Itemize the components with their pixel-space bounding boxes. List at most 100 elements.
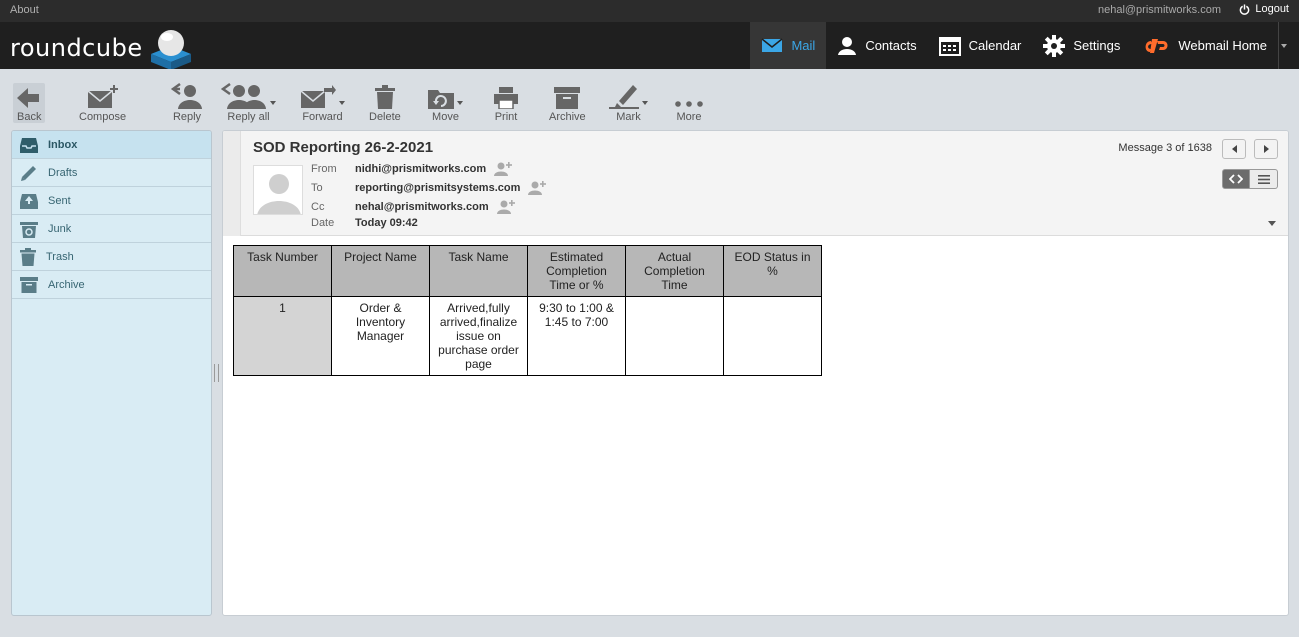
nav-mail[interactable]: Mail	[750, 22, 827, 69]
header-sidebar-strip	[223, 131, 241, 236]
pane-splitter[interactable]	[214, 364, 219, 382]
nav-more-caret[interactable]	[1279, 22, 1289, 69]
contact-photo-icon	[257, 174, 301, 214]
pencil-icon	[21, 165, 36, 181]
about-link[interactable]: About	[10, 4, 39, 16]
to-address[interactable]: reporting@prismitsystems.com	[355, 182, 520, 194]
print-icon	[494, 87, 518, 109]
folder-list: Inbox Drafts Sent Junk Trash Archive	[11, 130, 212, 616]
add-contact-icon[interactable]	[528, 181, 547, 195]
mark-caret[interactable]	[642, 101, 648, 105]
app-header: roundcube Mail Contacts Calendar Setting…	[0, 22, 1299, 70]
nav-settings-label: Settings	[1073, 38, 1121, 53]
forward-button[interactable]: Forward	[300, 83, 345, 123]
nav-contacts[interactable]: Contacts	[826, 22, 927, 69]
column-header: Actual Completion Time	[625, 245, 724, 297]
more-dots-icon	[675, 101, 703, 107]
nav-settings[interactable]: Settings	[1032, 22, 1131, 69]
reply-all-label: Reply all	[227, 111, 270, 123]
nav-calendar-label: Calendar	[968, 38, 1022, 53]
compose-button[interactable]: Compose	[79, 83, 126, 123]
back-arrow-icon	[17, 88, 40, 108]
logout-button[interactable]: Logout	[1239, 3, 1289, 15]
folder-junk[interactable]: Junk	[12, 215, 211, 243]
headers-toggle-caret[interactable]	[1268, 221, 1276, 226]
table-cell: Order & Inventory Manager	[331, 296, 430, 376]
move-button[interactable]: Move	[428, 83, 463, 123]
power-icon	[1239, 3, 1250, 15]
nav-webmail-home-label: Webmail Home	[1178, 38, 1267, 53]
delete-button[interactable]: Delete	[369, 83, 401, 123]
folder-trash[interactable]: Trash	[12, 243, 211, 271]
header-date-row: Date Today 09:42	[311, 217, 418, 229]
nav-webmail-home[interactable]: Webmail Home	[1131, 22, 1278, 69]
folder-inbox-label: Inbox	[48, 138, 78, 151]
mail-icon	[762, 38, 783, 52]
folder-trash-label: Trash	[46, 250, 74, 263]
reply-all-icon	[221, 83, 266, 109]
archive-icon	[554, 87, 581, 109]
back-button[interactable]: Back	[13, 83, 46, 123]
folder-junk-label: Junk	[48, 222, 72, 235]
from-address[interactable]: nidhi@prismitworks.com	[355, 163, 486, 175]
sender-avatar	[253, 165, 303, 215]
back-label: Back	[17, 111, 42, 123]
next-message-button[interactable]	[1254, 139, 1278, 159]
column-header: Task Name	[429, 245, 528, 297]
contacts-icon	[838, 36, 857, 55]
folder-drafts[interactable]: Drafts	[12, 159, 211, 187]
message-view: SOD Reporting 26-2-2021 From nidhi@prism…	[222, 130, 1289, 616]
folder-archive[interactable]: Archive	[12, 271, 211, 299]
add-contact-icon[interactable]	[494, 162, 513, 176]
print-label: Print	[494, 111, 518, 123]
header-cc-row: Cc nehal@prismitworks.com	[311, 200, 515, 214]
move-folder-icon	[428, 90, 454, 109]
sent-icon	[20, 193, 38, 209]
move-caret[interactable]	[457, 101, 463, 105]
roundcube-logo[interactable]: roundcube	[10, 26, 195, 70]
table-cell	[723, 296, 822, 376]
more-button[interactable]: More	[674, 83, 704, 123]
mark-label: Mark	[616, 111, 641, 123]
print-button[interactable]: Print	[494, 83, 518, 123]
cc-address[interactable]: nehal@prismitworks.com	[355, 201, 489, 213]
triangle-right-icon	[1263, 145, 1269, 153]
add-contact-icon[interactable]	[496, 200, 515, 214]
logo-text: roundcube	[10, 34, 143, 62]
html-view-button[interactable]	[1222, 169, 1250, 189]
reply-label: Reply	[172, 111, 202, 123]
reply-all-button[interactable]: Reply all	[221, 83, 276, 123]
previous-message-button[interactable]	[1222, 139, 1246, 159]
compose-icon	[87, 85, 118, 108]
message-header: SOD Reporting 26-2-2021 From nidhi@prism…	[223, 131, 1288, 236]
plain-text-view-button[interactable]	[1250, 169, 1278, 189]
folder-sent-label: Sent	[48, 194, 71, 207]
folder-inbox[interactable]: Inbox	[12, 131, 211, 159]
message-date: Today 09:42	[355, 217, 418, 229]
folder-drafts-label: Drafts	[48, 166, 78, 179]
archive-icon	[20, 276, 38, 293]
reply-button[interactable]: Reply	[170, 83, 204, 123]
trash-icon	[374, 85, 395, 109]
table-cell: 9:30 to 1:00 & 1:45 to 7:00	[527, 296, 626, 376]
table-cell: Arrived,fully arrived,finalize issue on …	[429, 296, 528, 376]
message-subject: SOD Reporting 26-2-2021	[253, 139, 434, 156]
table-cell	[625, 296, 724, 376]
archive-button[interactable]: Archive	[549, 83, 586, 123]
triangle-left-icon	[1231, 145, 1237, 153]
inbox-icon	[20, 137, 38, 153]
folder-sent[interactable]: Sent	[12, 187, 211, 215]
move-label: Move	[432, 111, 459, 123]
to-label: To	[311, 182, 323, 194]
nav-calendar[interactable]: Calendar	[928, 22, 1033, 69]
calendar-icon	[938, 36, 961, 56]
forward-caret[interactable]	[339, 101, 345, 105]
cc-label: Cc	[311, 201, 325, 213]
forward-icon	[300, 85, 336, 108]
marker-icon	[609, 85, 639, 109]
reply-all-caret[interactable]	[270, 101, 276, 105]
cpanel-icon	[1145, 38, 1168, 53]
header-to-row: To reporting@prismitsystems.com	[311, 181, 547, 195]
mark-button[interactable]: Mark	[609, 83, 648, 123]
roundcube-logo-icon	[150, 30, 191, 70]
